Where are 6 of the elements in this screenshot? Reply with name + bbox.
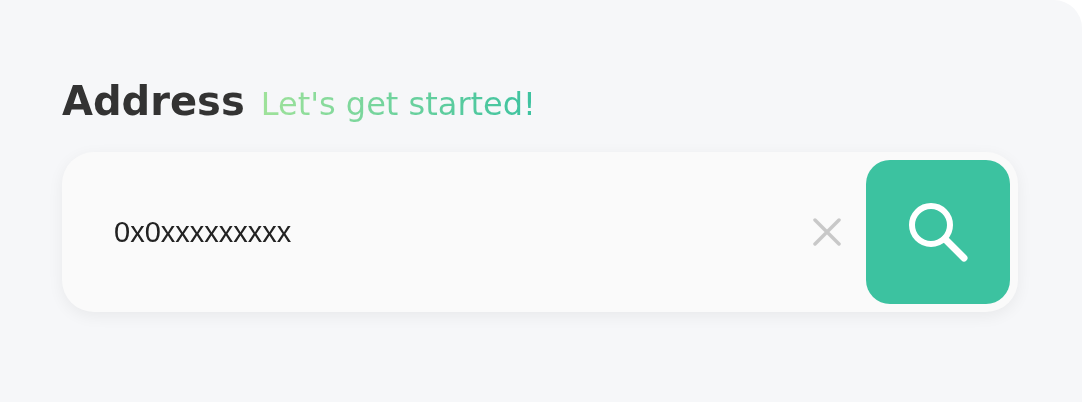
heading-title: Address bbox=[62, 78, 245, 124]
clear-button[interactable] bbox=[810, 215, 844, 249]
search-field[interactable]: 0x0xxxxxxxxx bbox=[114, 211, 810, 253]
close-icon bbox=[813, 218, 841, 246]
search-button[interactable] bbox=[866, 160, 1010, 304]
search-icon bbox=[907, 201, 969, 263]
